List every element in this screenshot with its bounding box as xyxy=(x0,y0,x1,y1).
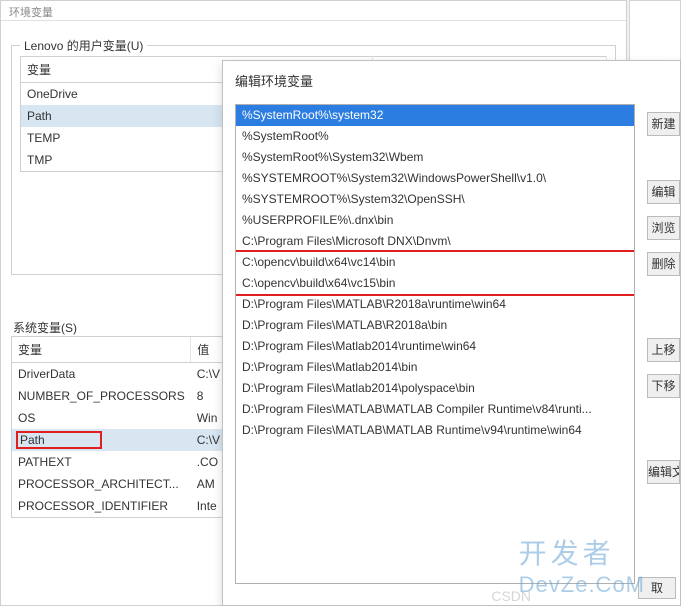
path-list-item[interactable]: %SystemRoot%\system32 xyxy=(236,105,634,126)
path-list-item[interactable]: D:\Program Files\Matlab2014\polyspace\bi… xyxy=(236,378,634,399)
dialog-title-text: 环境变量 xyxy=(9,7,53,19)
table-row[interactable]: PROCESSOR_ARCHITECT... AM xyxy=(12,473,230,495)
edit-text-button[interactable]: 编辑文 xyxy=(647,460,680,484)
new-button[interactable]: 新建 xyxy=(647,112,680,136)
table-row[interactable]: PATHEXT .CO xyxy=(12,451,230,473)
edit-button[interactable]: 编辑 xyxy=(647,180,680,204)
cancel-button[interactable]: 取 xyxy=(638,577,676,599)
browse-button[interactable]: 浏览 xyxy=(647,216,680,240)
path-list-item[interactable]: D:\Program Files\Matlab2014\bin xyxy=(236,357,634,378)
var-name: PROCESSOR_IDENTIFIER xyxy=(12,495,191,517)
path-entries-listbox[interactable]: %SystemRoot%\system32%SystemRoot%%System… xyxy=(235,104,635,584)
edit-dialog-buttons: 新建 编辑 浏览 删除 上移 下移 编辑文 xyxy=(635,104,680,596)
system-variables-table[interactable]: 变量 值 DriverData C:\V NUMBER_OF_PROCESSOR… xyxy=(12,337,230,517)
sys-table-header-name[interactable]: 变量 xyxy=(12,337,191,363)
var-name: PROCESSOR_ARCHITECT... xyxy=(12,473,191,495)
path-list-item[interactable]: D:\Program Files\MATLAB\R2018a\bin xyxy=(236,315,634,336)
table-row[interactable]: NUMBER_OF_PROCESSORS 8 xyxy=(12,385,230,407)
dialog-titlebar[interactable]: 环境变量 xyxy=(1,1,626,21)
path-list-item[interactable]: C:\opencv\build\x64\vc15\bin xyxy=(236,273,634,294)
var-name: Path xyxy=(12,429,191,451)
path-list-item[interactable]: %USERPROFILE%\.dnx\bin xyxy=(236,210,634,231)
edit-dialog-title: 编辑环境变量 xyxy=(223,61,680,96)
table-row[interactable]: Path C:\V xyxy=(12,429,230,451)
highlighted-path-group: C:\opencv\build\x64\vc14\binC:\opencv\bu… xyxy=(236,252,634,294)
path-list-item[interactable]: %SystemRoot%\System32\Wbem xyxy=(236,147,634,168)
path-list-item[interactable]: %SYSTEMROOT%\System32\OpenSSH\ xyxy=(236,189,634,210)
edit-env-variable-dialog[interactable]: 编辑环境变量 %SystemRoot%\system32%SystemRoot%… xyxy=(222,60,681,606)
path-list-item[interactable]: D:\Program Files\Matlab2014\runtime\win6… xyxy=(236,336,634,357)
path-list-item[interactable]: %SystemRoot% xyxy=(236,126,634,147)
var-name: PATHEXT xyxy=(12,451,191,473)
var-name: DriverData xyxy=(12,363,191,386)
table-row[interactable]: DriverData C:\V xyxy=(12,363,230,386)
table-row[interactable]: PROCESSOR_IDENTIFIER Inte xyxy=(12,495,230,517)
path-list-item[interactable]: C:\opencv\build\x64\vc14\bin xyxy=(236,252,634,273)
system-variables-group: 变量 值 DriverData C:\V NUMBER_OF_PROCESSOR… xyxy=(11,336,231,518)
path-list-item[interactable]: %SYSTEMROOT%\System32\WindowsPowerShell\… xyxy=(236,168,634,189)
var-name: OS xyxy=(12,407,191,429)
user-group-label: Lenovo 的用户变量(U) xyxy=(20,37,147,54)
system-group-label: 系统变量(S) xyxy=(13,319,77,336)
path-list-item[interactable]: D:\Program Files\MATLAB\MATLAB Compiler … xyxy=(236,399,634,420)
move-up-button[interactable]: 上移 xyxy=(647,338,680,362)
var-name: NUMBER_OF_PROCESSORS xyxy=(12,385,191,407)
delete-button[interactable]: 删除 xyxy=(647,252,680,276)
path-list-item[interactable]: D:\Program Files\MATLAB\R2018a\runtime\w… xyxy=(236,294,634,315)
path-list-item[interactable]: C:\Program Files\Microsoft DNX\Dnvm\ xyxy=(236,231,634,252)
table-row[interactable]: OS Win xyxy=(12,407,230,429)
move-down-button[interactable]: 下移 xyxy=(647,374,680,398)
path-list-item[interactable]: D:\Program Files\MATLAB\MATLAB Runtime\v… xyxy=(236,420,634,441)
